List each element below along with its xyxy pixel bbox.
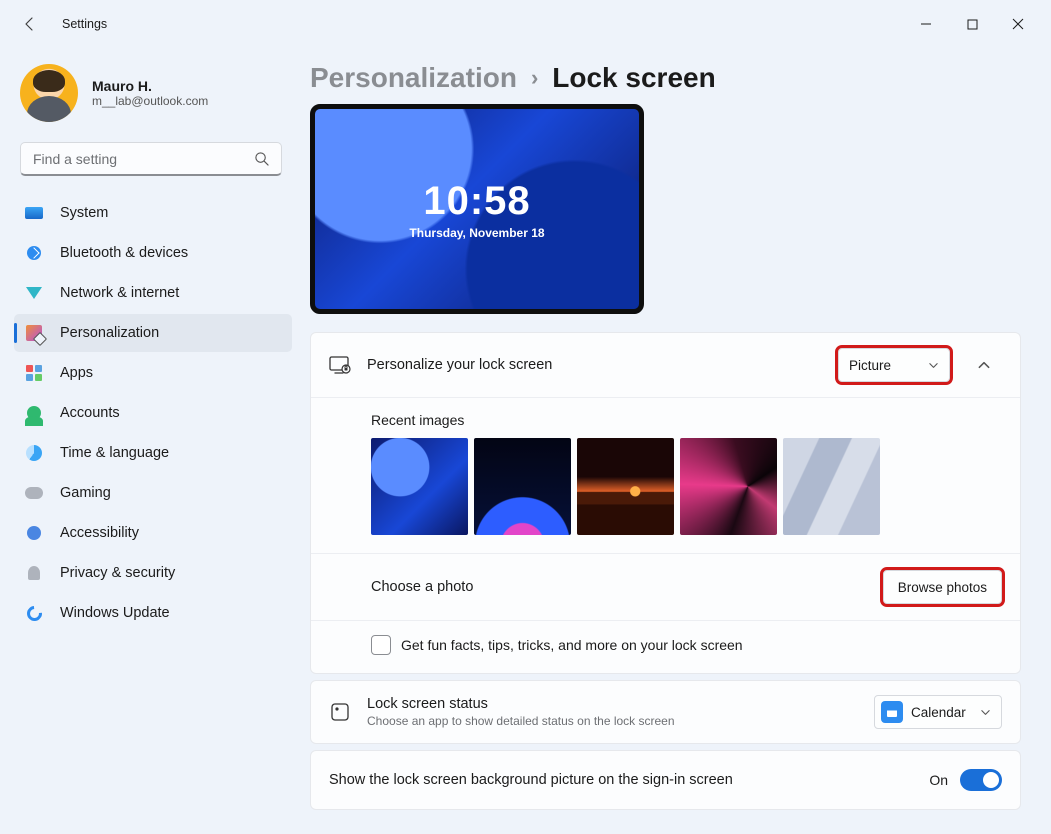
nav-item-personalization[interactable]: Personalization: [14, 314, 292, 352]
nav-item-gaming[interactable]: Gaming: [14, 474, 292, 512]
signin-picture-card: Show the lock screen background picture …: [310, 750, 1021, 810]
status-app-label: Calendar: [911, 705, 966, 720]
collapse-toggle[interactable]: [966, 347, 1002, 383]
titlebar: Settings: [0, 0, 1051, 48]
dropdown-value: Picture: [849, 358, 891, 373]
background-type-dropdown[interactable]: Picture: [838, 348, 950, 382]
nav-label: Network & internet: [60, 285, 179, 301]
nav-item-privacy[interactable]: Privacy & security: [14, 554, 292, 592]
signin-picture-label: Show the lock screen background picture …: [329, 772, 733, 788]
user-block[interactable]: Mauro H. m__lab@outlook.com: [14, 58, 292, 142]
personalization-icon: [24, 323, 44, 343]
signin-picture-toggle[interactable]: [960, 769, 1002, 791]
nav-label: Bluetooth & devices: [60, 245, 188, 261]
maximize-button[interactable]: [949, 8, 995, 40]
apps-icon: [24, 363, 44, 383]
accessibility-icon: [24, 523, 44, 543]
personalize-card: Personalize your lock screen Picture Rec…: [310, 332, 1021, 674]
nav-item-accessibility[interactable]: Accessibility: [14, 514, 292, 552]
breadcrumb: Personalization › Lock screen: [310, 62, 1021, 94]
nav-label: Personalization: [60, 325, 159, 341]
nav-label: Windows Update: [60, 605, 170, 621]
preview-time: 10:58: [423, 179, 530, 224]
nav-item-accounts[interactable]: Accounts: [14, 394, 292, 432]
browse-photos-label: Browse photos: [898, 580, 987, 595]
personalize-header-row[interactable]: Personalize your lock screen Picture: [311, 333, 1020, 398]
main-content: Personalization › Lock screen 10:58 Thur…: [300, 48, 1051, 834]
funfacts-row: Get fun facts, tips, tricks, and more on…: [311, 621, 1020, 673]
status-app-dropdown[interactable]: Calendar: [874, 695, 1002, 729]
recent-thumbnails: [371, 438, 1002, 535]
app-title: Settings: [62, 17, 107, 31]
nav-item-apps[interactable]: Apps: [14, 354, 292, 392]
update-icon: [24, 603, 44, 623]
nav-label: System: [60, 205, 108, 221]
recent-image-5[interactable]: [783, 438, 880, 535]
nav-item-system[interactable]: System: [14, 194, 292, 232]
accounts-icon: [24, 403, 44, 423]
recent-image-3[interactable]: [577, 438, 674, 535]
status-card: Lock screen status Choose an app to show…: [310, 680, 1021, 744]
window-controls: [903, 8, 1041, 40]
chevron-down-icon: [980, 707, 991, 718]
minimize-button[interactable]: [903, 8, 949, 40]
nav-label: Time & language: [60, 445, 169, 461]
preview-date: Thursday, November 18: [409, 226, 544, 240]
nav-label: Gaming: [60, 485, 111, 501]
close-button[interactable]: [995, 8, 1041, 40]
funfacts-checkbox[interactable]: [371, 635, 391, 655]
nav-item-time[interactable]: Time & language: [14, 434, 292, 472]
recent-image-2[interactable]: [474, 438, 571, 535]
chevron-down-icon: [928, 360, 939, 371]
signin-picture-row: Show the lock screen background picture …: [311, 751, 1020, 809]
recent-images-title: Recent images: [371, 412, 1002, 428]
nav-label: Privacy & security: [60, 565, 175, 581]
bluetooth-icon: [24, 243, 44, 263]
personalize-title: Personalize your lock screen: [367, 357, 552, 373]
search-placeholder: Find a setting: [33, 151, 117, 167]
network-icon: [24, 283, 44, 303]
user-name: Mauro H.: [92, 78, 208, 94]
system-icon: [24, 203, 44, 223]
toggle-state-label: On: [929, 772, 948, 788]
sidebar: Mauro H. m__lab@outlook.com Find a setti…: [0, 48, 300, 834]
chevron-right-icon: ›: [531, 65, 538, 91]
calendar-icon: [881, 701, 903, 723]
nav-item-update[interactable]: Windows Update: [14, 594, 292, 632]
nav-label: Apps: [60, 365, 93, 381]
privacy-icon: [24, 563, 44, 583]
recent-image-1[interactable]: [371, 438, 468, 535]
choose-photo-row: Choose a photo Browse photos: [311, 554, 1020, 621]
nav-label: Accounts: [60, 405, 120, 421]
browse-photos-button[interactable]: Browse photos: [883, 570, 1002, 604]
funfacts-label: Get fun facts, tips, tricks, and more on…: [401, 637, 743, 653]
choose-photo-label: Choose a photo: [371, 579, 473, 595]
time-icon: [24, 443, 44, 463]
gaming-icon: [24, 483, 44, 503]
nav-label: Accessibility: [60, 525, 139, 541]
search-input[interactable]: Find a setting: [20, 142, 282, 176]
search-icon: [254, 151, 269, 166]
recent-images-block: Recent images: [311, 398, 1020, 554]
avatar: [20, 64, 78, 122]
recent-image-4[interactable]: [680, 438, 777, 535]
page-title: Lock screen: [552, 62, 715, 94]
back-button[interactable]: [14, 8, 46, 40]
lockscreen-icon: [329, 354, 351, 376]
lockscreen-preview: 10:58 Thursday, November 18: [310, 104, 644, 314]
status-icon: [329, 701, 351, 723]
nav-item-bluetooth[interactable]: Bluetooth & devices: [14, 234, 292, 272]
nav-item-network[interactable]: Network & internet: [14, 274, 292, 312]
breadcrumb-parent[interactable]: Personalization: [310, 62, 517, 94]
status-title: Lock screen status: [367, 696, 858, 712]
status-sub: Choose an app to show detailed status on…: [367, 714, 858, 728]
user-email: m__lab@outlook.com: [92, 94, 208, 108]
status-row[interactable]: Lock screen status Choose an app to show…: [311, 681, 1020, 743]
nav-list: System Bluetooth & devices Network & int…: [14, 194, 292, 632]
